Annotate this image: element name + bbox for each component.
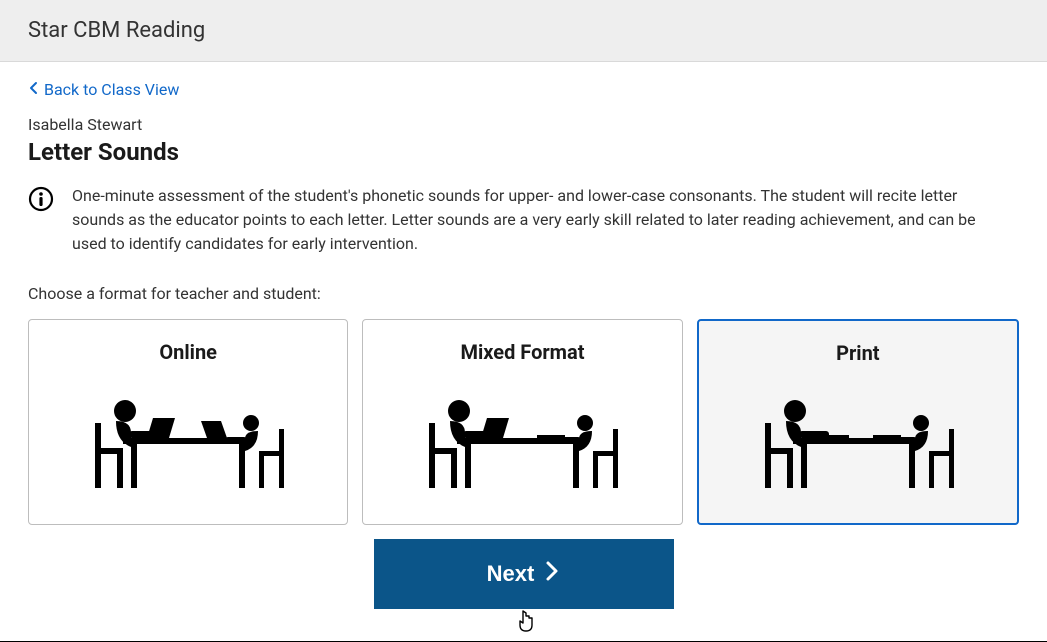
back-to-class-view-link[interactable]: Back to Class View (28, 80, 179, 99)
next-button-label: Next (487, 561, 535, 587)
format-option-label: Mixed Format (460, 340, 584, 364)
info-circle-icon (28, 184, 54, 216)
format-option-online[interactable]: Online (28, 319, 348, 525)
format-illustration-mixed (363, 372, 681, 524)
format-illustration-print (699, 373, 1017, 523)
wizard-actions: Next (28, 539, 1019, 609)
assessment-info: One-minute assessment of the student's p… (28, 184, 1019, 256)
format-option-label: Online (159, 340, 217, 364)
format-option-mixed[interactable]: Mixed Format (362, 319, 682, 525)
app-title: Star CBM Reading (28, 18, 1019, 43)
app-header: Star CBM Reading (0, 0, 1047, 62)
assessment-description: One-minute assessment of the student's p… (72, 184, 1012, 256)
assessment-title: Letter Sounds (28, 138, 1019, 166)
format-option-label: Print (836, 341, 880, 365)
student-name: Isabella Stewart (28, 115, 1019, 134)
format-prompt: Choose a format for teacher and student: (28, 284, 1019, 303)
pointer-cursor-icon (516, 609, 536, 637)
format-illustration-online (29, 372, 347, 524)
next-button[interactable]: Next (374, 539, 674, 609)
main-content: Back to Class View Isabella Stewart Lett… (0, 62, 1047, 609)
chevron-right-icon (544, 560, 560, 588)
format-options: Online (28, 319, 1019, 525)
format-option-print[interactable]: Print (697, 319, 1019, 525)
back-link-label: Back to Class View (44, 80, 179, 99)
chevron-left-icon (28, 80, 40, 99)
